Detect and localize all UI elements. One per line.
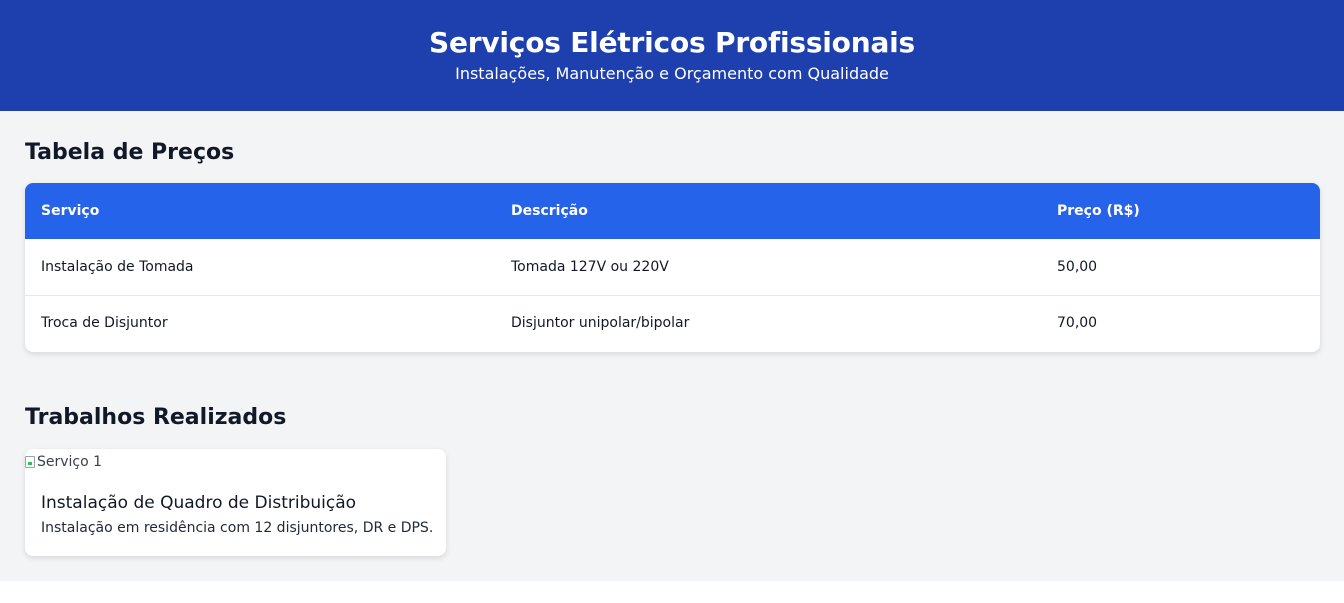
work-image-alt-text: Serviço 1	[37, 454, 103, 470]
table-header-row: Serviço Descrição Preço (R$)	[25, 183, 1320, 239]
cell-description: Disjuntor unipolar/bipolar	[511, 315, 690, 332]
work-image: Serviço 1	[25, 452, 102, 472]
work-title: Instalação de Quadro de Distribuição	[41, 493, 357, 513]
cell-service: Troca de Disjuntor	[41, 315, 168, 332]
price-table: Serviço Descrição Preço (R$) Instalação …	[25, 183, 1320, 351]
table-row: Instalação de Tomada Tomada 127V ou 220V…	[25, 239, 1320, 296]
main-content: Tabela de Preços Serviço Descrição Preço…	[0, 111, 1344, 581]
page: Serviços Elétricos Profissionais Instala…	[0, 0, 1344, 603]
work-card: Serviço 1 Instalação de Quadro de Distri…	[25, 449, 446, 556]
site-header: Serviços Elétricos Profissionais Instala…	[0, 0, 1344, 111]
works-section-title: Trabalhos Realizados	[25, 405, 287, 430]
cell-service: Instalação de Tomada	[25, 239, 495, 296]
table-row: Troca de Disjuntor Disjuntor unipolar/bi…	[25, 295, 1320, 351]
price-table-card: Serviço Descrição Preço (R$) Instalação …	[25, 183, 1320, 352]
site-title: Serviços Elétricos Profissionais	[428, 26, 916, 59]
site-subtitle: Instalações, Manutenção e Orçamento com …	[455, 64, 889, 83]
column-header-price: Preço (R$)	[1041, 183, 1320, 239]
prices-section-title: Tabela de Preços	[25, 140, 235, 165]
cell-price: 70,00	[1057, 315, 1098, 332]
cell-price: 50,00	[1041, 239, 1320, 296]
work-description: Instalação em residência com 12 disjunto…	[41, 520, 434, 536]
cell-description: Tomada 127V ou 220V	[495, 239, 1041, 296]
column-header-service: Serviço	[25, 183, 495, 239]
broken-image-icon	[25, 456, 35, 468]
column-header-description: Descrição	[495, 183, 1041, 239]
